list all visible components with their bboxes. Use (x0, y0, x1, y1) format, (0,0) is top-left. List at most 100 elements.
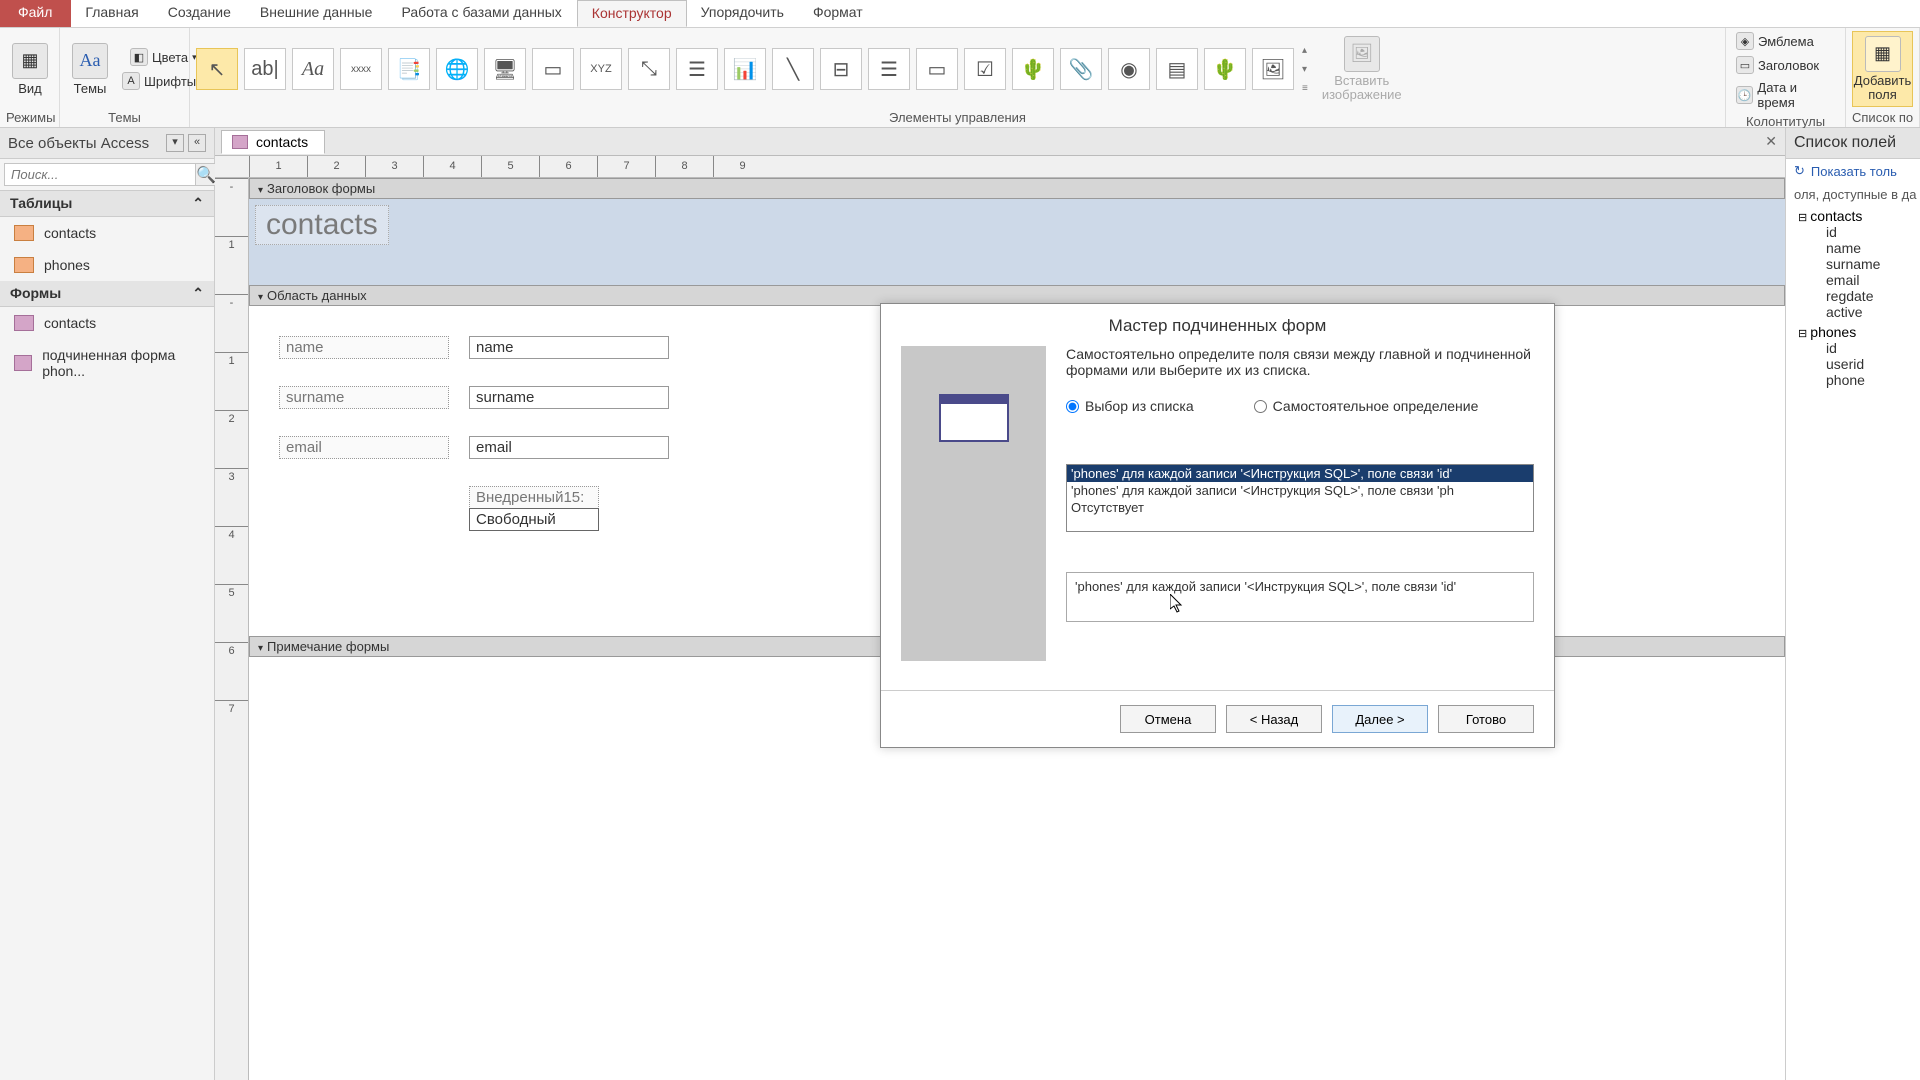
view-button[interactable]: ▦ Вид (6, 39, 54, 100)
title-icon: ▭ (1736, 56, 1754, 74)
checkbox-icon[interactable]: ☑ (964, 48, 1006, 90)
fieldlist-field[interactable]: id (1798, 224, 1912, 240)
tab-file[interactable]: Файл (0, 0, 71, 27)
radio-define-own[interactable]: Самостоятельное определение (1254, 398, 1479, 414)
hyperlink-icon[interactable]: 🌐 (436, 48, 478, 90)
finish-button[interactable]: Готово (1438, 705, 1534, 733)
fieldlist-field[interactable]: name (1798, 240, 1912, 256)
insert-image-button[interactable]: 🖼 Вставить изображение (1316, 32, 1408, 107)
nav-search: 🔍 (0, 159, 214, 191)
rectangle-icon[interactable]: ▭ (916, 48, 958, 90)
list-option-1[interactable]: 'phones' для каждой записи '<Инструкция … (1067, 465, 1533, 482)
select-tool-icon[interactable]: ↖ (196, 48, 238, 90)
nav-form-contacts[interactable]: contacts (0, 307, 214, 339)
label-name[interactable]: name (279, 336, 449, 359)
fieldlist-field[interactable]: regdate (1798, 288, 1912, 304)
field-email[interactable]: email (469, 436, 669, 459)
listbox-icon[interactable]: ☰ (868, 48, 910, 90)
button-icon[interactable]: xxxx (340, 48, 382, 90)
logo-button[interactable]: ◈Эмблема (1732, 30, 1818, 52)
form-title[interactable]: contacts (255, 205, 389, 245)
nav-header[interactable]: Все объекты Access ▾ « (0, 128, 214, 159)
field-name[interactable]: name (469, 336, 669, 359)
next-button[interactable]: Далее > (1332, 705, 1428, 733)
option-group-icon[interactable]: XYZ (580, 48, 622, 90)
label-icon[interactable]: Aa (292, 48, 334, 90)
close-doc-icon[interactable]: ✕ (1765, 133, 1777, 150)
image-icon[interactable]: 🖼 (1252, 48, 1294, 90)
title-button[interactable]: ▭Заголовок (1732, 54, 1823, 76)
combobox-icon[interactable]: ☰ (676, 48, 718, 90)
themes-button[interactable]: Aa Темы (66, 39, 114, 100)
tab-arrange[interactable]: Упорядочить (687, 0, 799, 27)
field-embedded[interactable]: Свободный (469, 508, 599, 531)
tab-create[interactable]: Создание (154, 0, 246, 27)
tab-design[interactable]: Конструктор (577, 0, 687, 27)
tab-format[interactable]: Формат (799, 0, 878, 27)
tab-database-tools[interactable]: Работа с базами данных (387, 0, 576, 27)
view-icon: ▦ (12, 43, 48, 79)
chart-icon[interactable]: 📊 (724, 48, 766, 90)
wizard-preview (901, 346, 1046, 661)
radio-from-list[interactable]: Выбор из списка (1066, 398, 1194, 414)
datetime-button[interactable]: 🕒Дата и время (1732, 78, 1839, 112)
themes-icon: Aa (72, 43, 108, 79)
list-option-3[interactable]: Отсутствует (1067, 499, 1533, 516)
option-button-icon[interactable]: ◉ (1108, 48, 1150, 90)
navigation-icon[interactable]: ▭ (532, 48, 574, 90)
gallery-up-icon[interactable]: ▴ (1302, 45, 1308, 56)
toggle-icon[interactable]: ⊟ (820, 48, 862, 90)
collapse-icon: ⌃ (192, 195, 204, 212)
nav-collapse-icon[interactable]: « (188, 134, 206, 152)
tab-control-icon[interactable]: 📑 (388, 48, 430, 90)
wizard-link-list[interactable]: 'phones' для каждой записи '<Инструкция … (1066, 464, 1534, 532)
nav-table-contacts[interactable]: contacts (0, 217, 214, 249)
fieldlist-field[interactable]: surname (1798, 256, 1912, 272)
nav-table-phones[interactable]: phones (0, 249, 214, 281)
label-embedded[interactable]: Внедренный15: (469, 486, 599, 509)
unbound-frame-icon[interactable]: 🌵 (1012, 48, 1054, 90)
doc-tab-contacts[interactable]: contacts (221, 130, 325, 154)
section-form-header[interactable]: Заголовок формы (249, 178, 1785, 199)
line-icon[interactable]: ╲ (772, 48, 814, 90)
fieldlist-field[interactable]: active (1798, 304, 1912, 320)
cancel-button[interactable]: Отмена (1120, 705, 1216, 733)
fieldlist-field[interactable]: email (1798, 272, 1912, 288)
gallery-more-icon[interactable]: ≡ (1302, 83, 1308, 94)
fieldlist-table-contacts[interactable]: contacts (1798, 208, 1912, 224)
wizard-result-text: 'phones' для каждой записи '<Инструкция … (1066, 572, 1534, 622)
tab-home[interactable]: Главная (71, 0, 153, 27)
fieldlist-field[interactable]: userid (1798, 356, 1912, 372)
fieldlist-table-phones[interactable]: phones (1798, 324, 1912, 340)
colors-icon: ◧ (130, 48, 148, 66)
tab-external-data[interactable]: Внешние данные (246, 0, 388, 27)
back-button[interactable]: < Назад (1226, 705, 1322, 733)
attachment-icon[interactable]: 📎 (1060, 48, 1102, 90)
fieldlist-field[interactable]: phone (1798, 372, 1912, 388)
add-fields-button[interactable]: ▦ Добавить поля (1852, 31, 1913, 108)
show-all-tables-link[interactable]: ↻Показать толь (1786, 159, 1920, 183)
label-email[interactable]: email (279, 436, 449, 459)
pagebreak-icon[interactable]: ⤡ (628, 48, 670, 90)
textbox-icon[interactable]: ab| (244, 48, 286, 90)
list-option-2[interactable]: 'phones' для каждой записи '<Инструкция … (1067, 482, 1533, 499)
design-surface: contacts ✕ 1 2 3 4 5 6 7 8 9 -1- 123 456… (215, 128, 1785, 1080)
fieldlist-field[interactable]: id (1798, 340, 1912, 356)
search-input[interactable] (4, 163, 196, 186)
fieldlist-header: Список полей (1786, 128, 1920, 159)
themes-label: Темы (74, 81, 107, 96)
field-surname[interactable]: surname (469, 386, 669, 409)
nav-dropdown-icon[interactable]: ▾ (166, 134, 184, 152)
controls-gallery[interactable]: ↖ ab| Aa xxxx 📑 🌐 🖥 ▭ XYZ ⤡ ☰ 📊 ╲ ⊟ ☰ ▭ … (196, 48, 1294, 90)
label-surname[interactable]: surname (279, 386, 449, 409)
search-button[interactable]: 🔍 (196, 163, 217, 186)
document-tabs: contacts ✕ (215, 128, 1785, 156)
nav-category-tables[interactable]: Таблицы⌃ (0, 191, 214, 217)
bound-frame-icon[interactable]: 🌵 (1204, 48, 1246, 90)
wizard-preview-image (939, 394, 1009, 442)
gallery-down-icon[interactable]: ▾ (1302, 64, 1308, 75)
subform-icon[interactable]: ▤ (1156, 48, 1198, 90)
nav-category-forms[interactable]: Формы⌃ (0, 281, 214, 307)
webbrowser-icon[interactable]: 🖥 (484, 48, 526, 90)
nav-form-subform[interactable]: подчиненная форма phon... (0, 339, 214, 387)
